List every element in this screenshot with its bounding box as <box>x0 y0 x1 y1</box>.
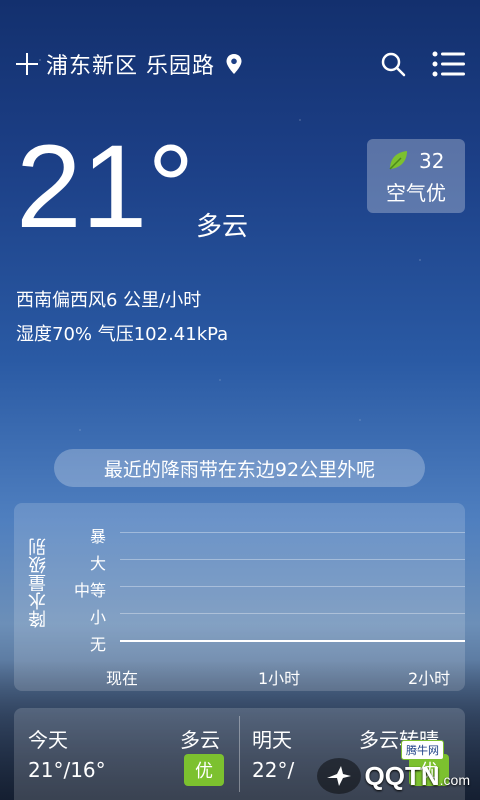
forecast-tomorrow-temp: 22°/ <box>252 758 295 782</box>
rain-notice-banner[interactable]: 最近的降雨带在东边92公里外呢 <box>54 449 425 487</box>
add-icon[interactable] <box>14 51 40 77</box>
aqi-card[interactable]: 32 空气优 <box>367 139 465 213</box>
chart-y-axis-label: 降水量级别 <box>28 538 49 628</box>
watermark: QQTN.com <box>316 758 470 794</box>
menu-icon[interactable] <box>432 50 466 78</box>
location-title[interactable]: 浦东新区 乐园路 <box>46 48 215 80</box>
forecast-today-condition: 多云 <box>180 728 220 752</box>
grid-line <box>120 613 465 614</box>
x-tick-now: 现在 <box>106 669 139 688</box>
precipitation-series-line <box>120 640 465 642</box>
grid-line <box>120 586 465 587</box>
forecast-today-temp: 21°/16° <box>28 758 106 782</box>
leaf-icon <box>389 151 407 170</box>
wind-info: 西南偏西风6 公里/小时 <box>16 290 202 311</box>
level-label-none: 无 <box>89 635 106 654</box>
level-label-heavy: 大 <box>89 554 106 573</box>
current-condition: 多云 <box>196 212 249 242</box>
grid-line <box>120 559 465 560</box>
watermark-logo-icon <box>316 758 361 794</box>
x-tick-1h: 1小时 <box>258 669 301 688</box>
forecast-divider <box>239 716 240 792</box>
watermark-tag: 腾牛网 <box>401 740 444 760</box>
level-label-light: 小 <box>89 608 106 627</box>
humidity-pressure-info: 湿度70% 气压102.41kPa <box>16 324 229 345</box>
precipitation-chart: 降水量级别 暴 大 中等 小 无 现在 1小时 2小时 <box>14 503 465 691</box>
level-label-moderate: 中等 <box>73 581 106 600</box>
search-icon[interactable] <box>380 51 406 77</box>
rain-notice-text: 最近的降雨带在东边92公里外呢 <box>103 458 376 481</box>
current-temperature: 21° <box>16 121 195 253</box>
aqi-value: 32 <box>419 149 445 173</box>
forecast-today-day: 今天 <box>28 728 68 752</box>
forecast-today-aqi-badge: 优 <box>184 754 224 786</box>
grid-line <box>120 532 465 533</box>
forecast-tomorrow-day: 明天 <box>252 728 292 752</box>
top-bar: 浦东新区 乐园路 <box>14 44 466 84</box>
pin-icon <box>226 54 242 74</box>
level-label-storm: 暴 <box>89 527 106 546</box>
watermark-text: QQTN.com <box>364 760 470 791</box>
x-tick-2h: 2小时 <box>408 669 451 688</box>
header-actions <box>380 50 466 78</box>
aqi-label: 空气优 <box>386 181 446 205</box>
